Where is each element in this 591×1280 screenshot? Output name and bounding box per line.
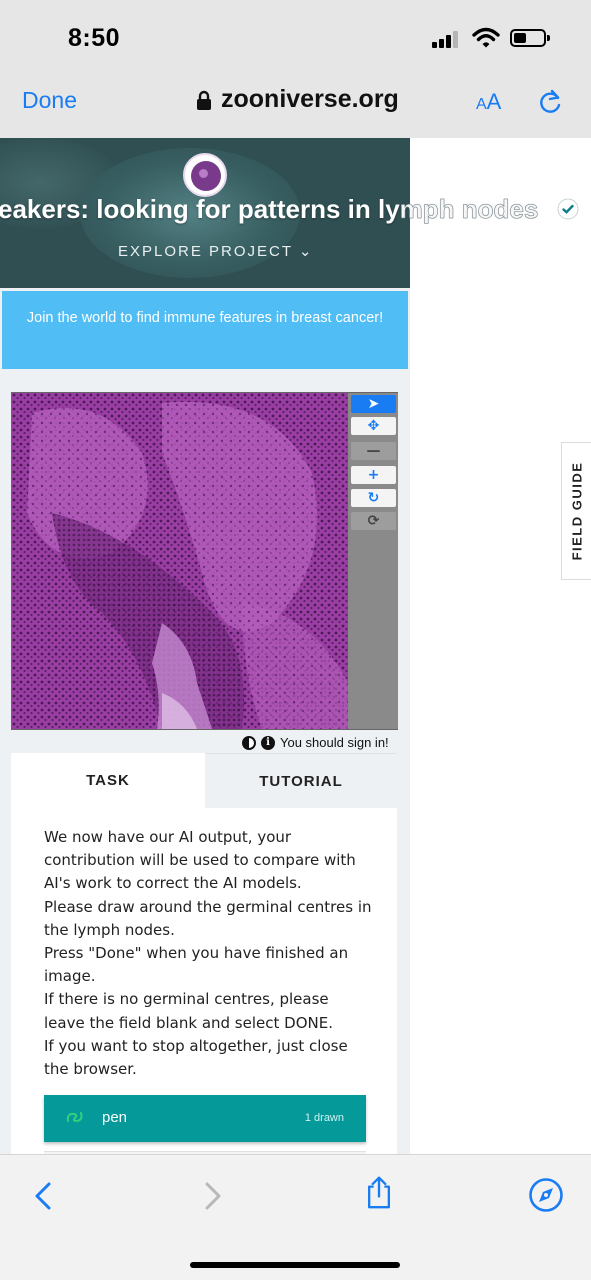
pen-tool-label: pen xyxy=(102,1109,128,1126)
wifi-icon xyxy=(472,27,500,48)
project-announcement-banner: Join the world to find immune features i… xyxy=(2,291,408,369)
cellular-signal-icon xyxy=(432,30,462,48)
subject-viewer: ➤ ✥ — + ↻ ⟳ xyxy=(11,392,398,730)
battery-icon xyxy=(510,29,550,47)
select-pointer-tool[interactable]: ➤ xyxy=(351,395,396,413)
web-page: EXPLORE PROJECT ⌄ eakers: looking for pa… xyxy=(0,138,591,1154)
pan-tool[interactable]: ✥ xyxy=(351,417,396,435)
explore-project-menu[interactable]: EXPLORE PROJECT ⌄ xyxy=(118,242,314,260)
text-size-button[interactable]: AA xyxy=(476,89,501,115)
project-avatar[interactable] xyxy=(183,153,227,197)
instruction-line: Please draw around the germinal centres … xyxy=(44,897,372,939)
tab-task[interactable]: TASK xyxy=(11,753,205,808)
rotate-button[interactable]: ↻ xyxy=(351,489,396,507)
instruction-line: If you want to stop altogether, just clo… xyxy=(44,1036,348,1079)
pen-shape-icon xyxy=(66,1112,83,1123)
back-arrow-icon[interactable] xyxy=(26,1179,60,1213)
reset-view-button[interactable]: ⟳ xyxy=(351,512,396,530)
field-guide-tab[interactable]: FIELD GUIDE xyxy=(561,442,591,580)
status-bar: 8:50 xyxy=(0,0,591,76)
aa-large: A xyxy=(486,89,502,114)
zoom-in-button[interactable]: + xyxy=(351,466,396,484)
task-tabs: TASK TUTORIAL xyxy=(11,753,397,808)
tab-tutorial[interactable]: TUTORIAL xyxy=(205,753,397,808)
pen-drawing-tool[interactable]: pen 1 drawn xyxy=(44,1095,366,1142)
project-title-overflow: mph nodes xyxy=(399,194,539,225)
sign-in-notice: i You should sign in! xyxy=(242,735,389,750)
forward-arrow-icon[interactable] xyxy=(196,1179,230,1213)
field-guide-label: FIELD GUIDE xyxy=(569,461,584,561)
share-icon[interactable] xyxy=(362,1175,396,1209)
subject-image[interactable] xyxy=(12,393,348,729)
task-instructions: We now have our AI output, your contribu… xyxy=(44,826,374,1081)
verified-check-icon xyxy=(557,198,579,220)
lymph-node-tissue-image xyxy=(12,393,348,729)
browser-address-bar: Done zooniverse.org AA xyxy=(0,76,591,138)
clock: 8:50 xyxy=(68,24,121,52)
project-title[interactable]: eakers: looking for patterns in lymph no… xyxy=(0,194,591,225)
instruction-line: Press "Done" when you have finished an i… xyxy=(44,944,349,986)
url-text: zooniverse.org xyxy=(221,85,399,113)
done-button[interactable]: Done xyxy=(22,87,77,114)
info-icon[interactable]: i xyxy=(261,735,275,750)
instruction-line: If there is no germinal centres, please … xyxy=(44,990,333,1032)
sign-in-text[interactable]: You should sign in! xyxy=(280,735,389,750)
compass-icon[interactable] xyxy=(528,1177,564,1213)
viewer-toolbar: ➤ ✥ — + ↻ ⟳ xyxy=(349,393,398,729)
url-field[interactable]: zooniverse.org xyxy=(196,85,399,114)
reload-icon[interactable] xyxy=(536,88,564,116)
pen-drawn-count: 1 drawn xyxy=(304,1112,344,1124)
invert-contrast-icon[interactable] xyxy=(242,735,256,750)
zoom-out-button[interactable]: — xyxy=(351,442,396,460)
instruction-line: We now have our AI output, your contribu… xyxy=(44,828,356,893)
project-title-part: eakers: looking for patterns in ly xyxy=(0,194,400,224)
aa-small: A xyxy=(476,96,487,113)
lock-icon xyxy=(197,90,211,110)
home-indicator xyxy=(190,1262,400,1268)
